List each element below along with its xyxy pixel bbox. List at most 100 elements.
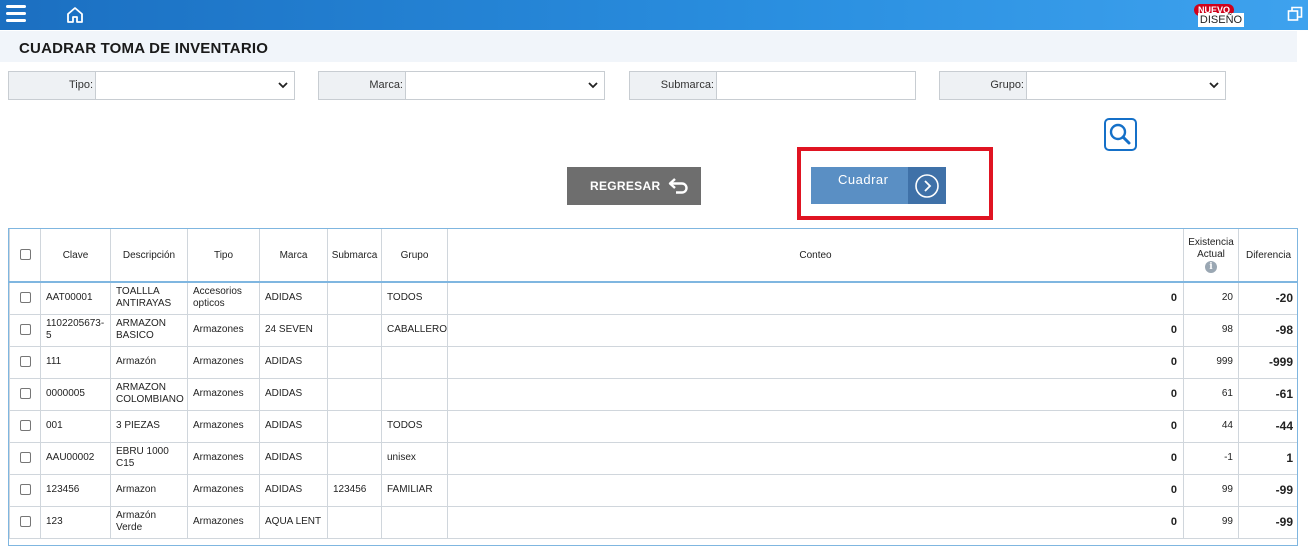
submarca-input[interactable]: Submarca: xyxy=(629,71,916,100)
cuadrar-label: Cuadrar xyxy=(838,172,889,187)
cell-tipo: Armazones xyxy=(187,441,260,475)
row-checkbox[interactable] xyxy=(19,323,31,335)
chevron-down-icon xyxy=(278,82,288,89)
cell-grupo: TODOS xyxy=(381,281,448,315)
cell-submarca xyxy=(327,377,382,411)
cell-clave: AAT00001 xyxy=(40,281,111,315)
cell-existencia: 44 xyxy=(1183,409,1239,443)
window-restore-icon[interactable] xyxy=(1287,6,1303,22)
row-checkbox[interactable] xyxy=(19,451,31,463)
cell-existencia: 999 xyxy=(1183,345,1239,379)
tipo-select[interactable]: Tipo: xyxy=(8,71,295,100)
cell-descripcion: EBRU 1000 C15 xyxy=(110,441,188,475)
row-checkbox[interactable] xyxy=(19,292,31,304)
search-icon xyxy=(1109,123,1131,145)
header-diferencia[interactable]: Diferencia xyxy=(1238,229,1297,283)
cell-submarca xyxy=(327,505,382,539)
submarca-label: Submarca: xyxy=(630,72,717,99)
select-all-checkbox[interactable] xyxy=(19,249,31,261)
row-checkbox[interactable] xyxy=(19,515,31,527)
cell-conteo[interactable]: 0 xyxy=(447,441,1184,475)
new-design-toggle[interactable]: NUEVO DISEÑO xyxy=(1194,4,1246,28)
tipo-label: Tipo: xyxy=(9,72,96,99)
cell-existencia: -1 xyxy=(1183,441,1239,475)
cell-tipo: Armazones xyxy=(187,377,260,411)
cell-marca: ADIDAS xyxy=(259,473,328,507)
header-grupo[interactable]: Grupo xyxy=(381,229,448,283)
cell-clave: 123 xyxy=(40,505,111,539)
row-select-cell xyxy=(9,473,41,507)
cell-diferencia: -61 xyxy=(1238,377,1297,411)
design-badge: DISEÑO xyxy=(1198,13,1244,27)
cell-grupo: FAMILIAR xyxy=(381,473,448,507)
cell-conteo[interactable]: 0 xyxy=(447,313,1184,347)
info-icon[interactable]: i xyxy=(1205,261,1217,273)
chevron-down-icon xyxy=(1209,82,1219,89)
row-select-cell xyxy=(9,409,41,443)
cell-conteo[interactable]: 0 xyxy=(447,409,1184,443)
select-all-cell xyxy=(9,229,41,283)
cell-submarca xyxy=(327,441,382,475)
cell-marca: ADIDAS xyxy=(259,409,328,443)
submarca-value xyxy=(718,72,915,99)
table-row[interactable]: 111 Armazón Armazones ADIDAS 0 999 -999 xyxy=(9,345,1297,379)
home-icon[interactable] xyxy=(66,6,84,24)
table-row[interactable]: 123456 Armazon Armazones ADIDAS 123456 FAMILI… xyxy=(9,473,1297,507)
cell-diferencia: -20 xyxy=(1238,281,1297,315)
cell-conteo[interactable]: 0 xyxy=(447,377,1184,411)
cell-submarca xyxy=(327,345,382,379)
row-checkbox[interactable] xyxy=(19,387,31,399)
page-title: CUADRAR TOMA DE INVENTARIO xyxy=(19,40,269,57)
header-existencia[interactable]: Existencia Actual i xyxy=(1183,229,1239,283)
search-button[interactable] xyxy=(1104,118,1137,151)
cell-grupo: unisex xyxy=(381,441,448,475)
cell-grupo: TODOS xyxy=(381,409,448,443)
row-checkbox[interactable] xyxy=(19,419,31,431)
cell-tipo: Armazones xyxy=(187,473,260,507)
cell-marca: AQUA LENT xyxy=(259,505,328,539)
row-select-cell xyxy=(9,377,41,411)
cell-diferencia: -99 xyxy=(1238,505,1297,539)
cell-marca: ADIDAS xyxy=(259,441,328,475)
cell-descripcion: Armazón Verde xyxy=(110,505,188,539)
cell-existencia: 98 xyxy=(1183,313,1239,347)
header-descripcion[interactable]: Descripción xyxy=(110,229,188,283)
menu-icon[interactable] xyxy=(6,5,26,23)
grupo-value xyxy=(1028,72,1225,99)
table-row[interactable]: 0000005 ARMAZON COLOMBIANO Armazones ADIDAS… xyxy=(9,377,1297,411)
grupo-select[interactable]: Grupo: xyxy=(939,71,1226,100)
regresar-button[interactable]: REGRESAR xyxy=(567,167,701,205)
cell-submarca: 123456 xyxy=(327,473,382,507)
cell-conteo[interactable]: 0 xyxy=(447,345,1184,379)
row-checkbox[interactable] xyxy=(19,483,31,495)
table-row[interactable]: AAT00001 TOALLLA ANTIRAYAS Accesorios opti… xyxy=(9,281,1297,315)
table-row[interactable]: 001 3 PIEZAS Armazones ADIDAS TODOS 0 44 -44 xyxy=(9,409,1297,443)
cell-conteo[interactable]: 0 xyxy=(447,505,1184,539)
cell-conteo[interactable]: 0 xyxy=(447,281,1184,315)
cell-existencia: 99 xyxy=(1183,473,1239,507)
header-submarca[interactable]: Submarca xyxy=(327,229,382,283)
header-tipo[interactable]: Tipo xyxy=(187,229,260,283)
marca-select[interactable]: Marca: xyxy=(318,71,605,100)
table-row[interactable]: 1102205673-5 ARMAZON BASICO Armazones 24 SE… xyxy=(9,313,1297,347)
cell-descripcion: ARMAZON COLOMBIANO xyxy=(110,377,188,411)
cell-marca: ADIDAS xyxy=(259,377,328,411)
cell-existencia: 99 xyxy=(1183,505,1239,539)
top-bar: NUEVO DISEÑO xyxy=(0,0,1308,30)
cell-tipo: Armazones xyxy=(187,505,260,539)
row-select-cell xyxy=(9,313,41,347)
row-checkbox[interactable] xyxy=(19,355,31,367)
cell-grupo: CABALLERO xyxy=(381,313,448,347)
cuadrar-button[interactable]: Cuadrar xyxy=(811,167,946,204)
header-marca[interactable]: Marca xyxy=(259,229,328,283)
cell-grupo xyxy=(381,505,448,539)
cell-descripcion: ARMAZON BASICO xyxy=(110,313,188,347)
table-row[interactable]: 123 Armazón Verde Armazones AQUA LENT 0 99 -99 xyxy=(9,505,1297,539)
table-row[interactable]: AAU00002 EBRU 1000 C15 Armazones ADIDAS unis… xyxy=(9,441,1297,475)
cell-grupo xyxy=(381,345,448,379)
header-existencia-line1: Existencia xyxy=(1188,237,1234,248)
cell-conteo[interactable]: 0 xyxy=(447,473,1184,507)
header-conteo[interactable]: Conteo xyxy=(447,229,1184,283)
header-clave[interactable]: Clave xyxy=(40,229,111,283)
undo-arrow-icon xyxy=(668,178,688,194)
